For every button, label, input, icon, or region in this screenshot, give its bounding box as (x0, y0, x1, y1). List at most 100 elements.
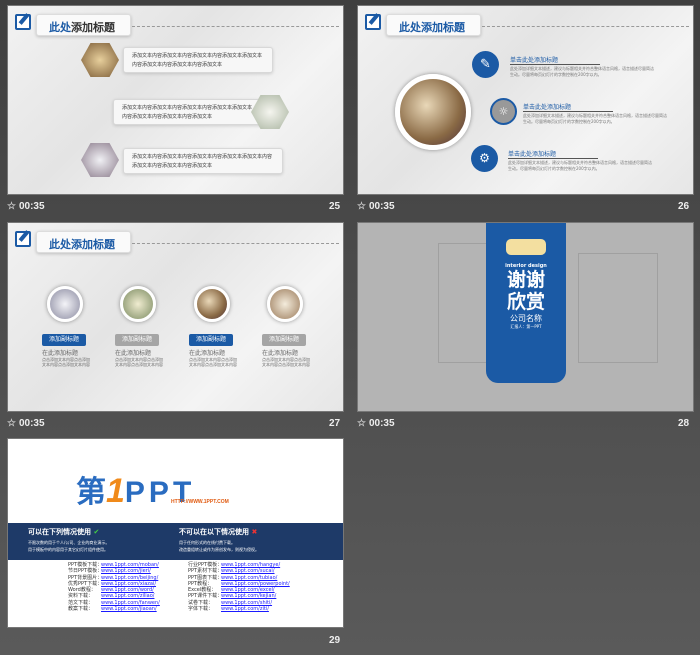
subtitle-button: 添加副标题 (189, 334, 233, 346)
slide-thumbnail-28[interactable]: interior design 谢谢 欣赏 公司名称 汇报人：第一PPT (357, 222, 694, 412)
download-link[interactable]: www.1ppt.com/powerpoint/ (221, 581, 290, 587)
interior-photo (81, 143, 119, 177)
links-right: 行业PPT模板：www.1ppt.com/hangye/PPT素材下载：www.… (188, 562, 290, 612)
slide-thumbnail-27[interactable]: 此处添加标题 添加副标题 添加副标题 添加副标题 添加副标题 在此添加标题 点击添… (7, 222, 344, 412)
item-desc: 点击添加文本内容点击添加文本内容点击添加文本内容 (189, 357, 237, 367)
download-link[interactable]: www.1ppt.com/beijing/ (101, 575, 158, 581)
item-desc: 点击添加文本内容点击添加文本内容点击添加文本内容 (115, 357, 163, 367)
cannot-use-title: 不可以在以下情况使用 (179, 528, 249, 536)
link-label: 教案下载： (68, 606, 94, 613)
slide-timing: ☆ 00:35 (7, 201, 45, 212)
item-heading: 在此添加标题 (189, 350, 226, 357)
interior-photo (395, 74, 471, 150)
cannot-use-item: 用于任何形式的在线付费下载。 (179, 540, 235, 545)
floor-plan-outline (578, 253, 658, 363)
item-heading: 在此添加标题 (262, 350, 299, 357)
edit-icon (15, 14, 31, 30)
cannot-use-item: 改造重组转让或作为原创发布，则视为侵权。 (179, 547, 259, 552)
item-desc: 此处添加详细文本描述，建议与标题相关并符合整体语言风格，语言描述尽量简洁生动。尽… (523, 113, 667, 124)
thanks-banner: interior design 谢谢 欣赏 公司名称 汇报人：第一PPT (486, 223, 566, 383)
company-name: 公司名称 (510, 314, 542, 323)
thanks-text: 谢谢 (506, 269, 545, 291)
logo-cn: 第 (76, 476, 106, 509)
slide-thumbnail-25[interactable]: 此处添加标题 添加文本内容添加文本内容添加文本内容添加文本添加文本内容添加文本内… (7, 5, 344, 195)
logo-num: 1 (106, 472, 125, 510)
download-link[interactable]: www.1ppt.com/kejian/ (221, 593, 276, 599)
logo: 第1PPT HTTP://WWW.1PPT.COM (76, 467, 229, 511)
subtitle-button: 添加副标题 (262, 334, 306, 346)
title-highlight: 此处 (49, 21, 71, 34)
slide-timing: ☆ 00:35 (7, 418, 45, 429)
timing-label: 00:35 (18, 201, 45, 212)
logo-url: HTTP://WWW.1PPT.COM (171, 499, 229, 505)
slide-title: 此处添加标题 (386, 14, 481, 36)
hand-idea-icon: ☼ (490, 98, 517, 125)
can-use-item: 不限次数的用于个人/公司、企业的商业演示。 (28, 540, 110, 545)
download-link[interactable]: www.1ppt.com/ziliao/ (101, 593, 154, 599)
header-divider (132, 243, 339, 244)
link-row: 教案下载： www.1ppt.com/jiaoan/ (68, 606, 160, 612)
slide-number: 25 (329, 201, 341, 212)
slide-title: 此处添加标题 (36, 231, 131, 253)
slide-timing: ☆ 00:35 (357, 418, 395, 429)
slide-number: 28 (678, 418, 690, 429)
interior-photo (120, 286, 156, 322)
check-icon: ✔ (93, 528, 100, 536)
edit-icon: ✎ (472, 51, 499, 78)
item-title: 单击此处添加标题 (508, 149, 598, 159)
transition-icon: ☆ (7, 418, 16, 429)
item-desc: 此处添加详细文本描述，建议与标题相关并符合整体语言风格，语言描述尽量简洁生动。尽… (510, 66, 654, 77)
reporter-text: 汇报人：第一PPT (510, 324, 542, 329)
item-heading: 在此添加标题 (115, 350, 152, 357)
edit-icon (365, 14, 381, 30)
text-bar: 添加文本内容添加文本内容添加文本内容添加文本添加文本内容添加文本内容添加文本内容… (123, 148, 283, 174)
slide-title: 此处添加标题 (36, 14, 131, 36)
item-desc: 点击添加文本内容点击添加文本内容点击添加文本内容 (262, 357, 310, 367)
timing-label: 00:35 (18, 418, 45, 429)
download-link[interactable]: www.1ppt.com/fanwen/ (101, 600, 160, 606)
timing-label: 00:35 (368, 418, 395, 429)
transition-icon: ☆ (357, 201, 366, 212)
download-link[interactable]: www.1ppt.com/jiaoan/ (101, 606, 157, 612)
interior-photo (267, 286, 303, 322)
download-link[interactable]: www.1ppt.com/ziti/ (221, 606, 269, 612)
can-use-item: 用于模板中的内容用于其它幻灯片组件使用。 (28, 547, 108, 552)
timing-label: 00:35 (368, 201, 395, 212)
header-divider (482, 26, 689, 27)
interior-photo (81, 43, 119, 77)
download-link[interactable]: www.1ppt.com/xiazai/ (101, 581, 156, 587)
slide-thumbnail-26[interactable]: 此处添加标题 ✎ 单击此处添加标题 此处添加详细文本描述，建议与标题相关并符合整… (357, 5, 694, 195)
links-left: PPT模板下载：www.1ppt.com/moban/节日PPT模板：www.1… (68, 562, 160, 612)
link-row: 字体下载： www.1ppt.com/ziti/ (188, 606, 290, 612)
sofa-icon (506, 239, 546, 255)
interior-photo (47, 286, 83, 322)
transition-icon: ☆ (7, 201, 16, 212)
slide-number: 27 (329, 418, 341, 429)
text-bar: 添加文本内容添加文本内容添加文本内容添加文本添加文本内容添加文本内容添加文本内容… (113, 99, 263, 125)
header-divider (132, 26, 339, 27)
download-link[interactable]: www.1ppt.com/tubiao/ (221, 575, 277, 581)
download-link[interactable]: www.1ppt.com/sucai/ (221, 568, 275, 574)
can-use-title: 可以在下列情况使用 (28, 528, 91, 536)
item-title: 单击此处添加标题 (523, 102, 613, 112)
transition-icon: ☆ (357, 418, 366, 429)
slide-number: 29 (329, 635, 341, 646)
usage-banner: 可以在下列情况使用 ✔ 不限次数的用于个人/公司、企业的商业演示。 用于模板中的内… (8, 523, 343, 560)
item-heading: 在此添加标题 (42, 350, 79, 357)
thanks-text: 欣赏 (506, 291, 545, 313)
slide-timing: ☆ 00:35 (357, 201, 395, 212)
cross-icon: ✖ (251, 528, 258, 536)
download-link[interactable]: www.1ppt.com/shiti/ (221, 600, 272, 606)
slide-thumbnail-29[interactable]: 第1PPT HTTP://WWW.1PPT.COM 可以在下列情况使用 ✔ 不限… (7, 438, 344, 628)
person-gears-icon: ⚙ (471, 145, 498, 172)
slide-number: 26 (678, 201, 690, 212)
item-desc: 此处添加详细文本描述，建议与标题相关并符合整体语言风格，语言描述尽量简洁生动。尽… (508, 160, 652, 171)
interior-photo (194, 286, 230, 322)
title-rest: 添加标题 (71, 21, 115, 34)
text-bar: 添加文本内容添加文本内容添加文本内容添加文本添加文本内容添加文本内容添加文本内容… (123, 47, 273, 73)
item-title: 单击此处添加标题 (510, 55, 600, 65)
subtitle-button: 添加副标题 (115, 334, 159, 346)
download-link[interactable]: www.1ppt.com/jieri/ (101, 568, 151, 574)
link-label: 字体下载： (188, 606, 214, 613)
item-desc: 点击添加文本内容点击添加文本内容点击添加文本内容 (42, 357, 90, 367)
